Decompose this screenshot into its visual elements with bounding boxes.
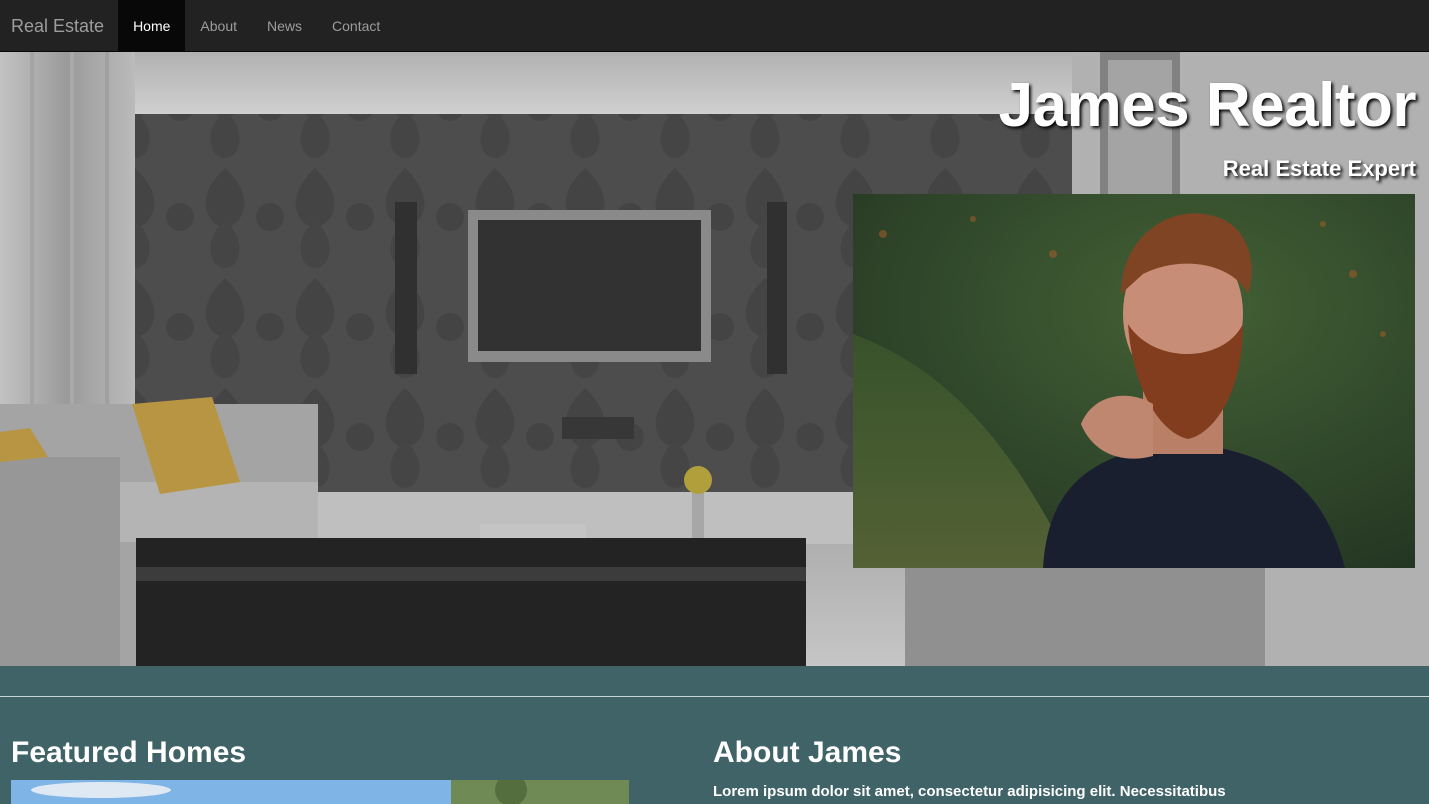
about-james-heading: About James [713,736,902,769]
brand-link[interactable]: Real Estate [0,0,118,51]
hero-subtitle: Real Estate Expert [1222,156,1416,181]
realtor-portrait-image [853,194,1415,568]
hero-title: James Realtor [998,71,1417,140]
navbar: Real Estate Home About News Contact [0,0,1429,52]
nav-item-home[interactable]: Home [118,0,186,51]
nav-item-contact[interactable]: Contact [317,0,395,51]
featured-home-image[interactable] [11,780,629,804]
section-divider [0,696,1429,697]
nav-item-news[interactable]: News [252,0,317,51]
nav-item-about[interactable]: About [185,0,252,51]
hero-section: James Realtor Real Estate Expert [0,52,1429,666]
about-paragraph: Lorem ipsum dolor sit amet, consectetur … [713,783,1226,800]
featured-homes-heading: Featured Homes [11,736,247,769]
